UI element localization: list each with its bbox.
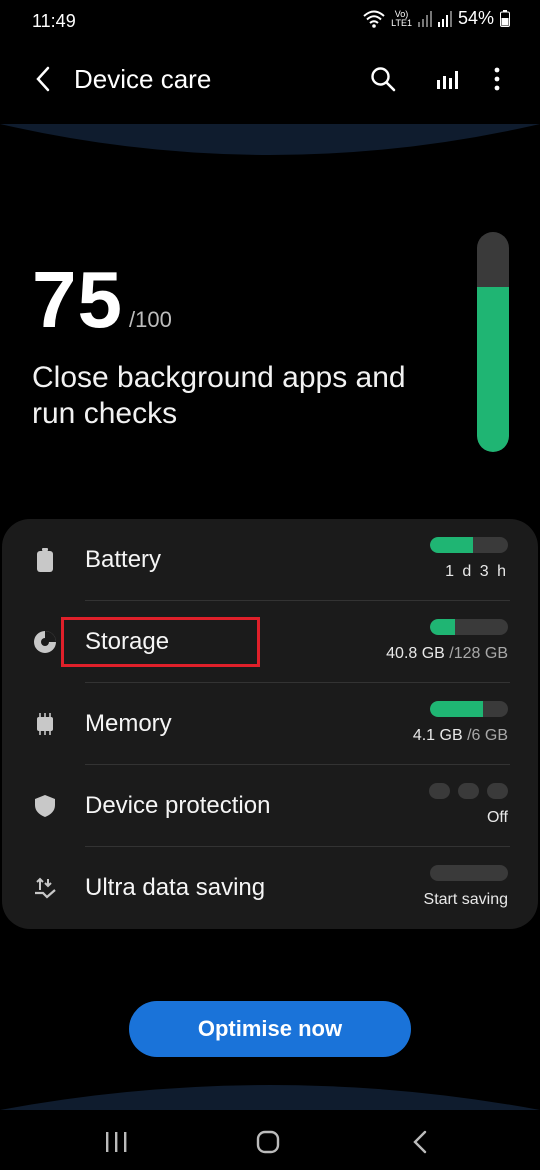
battery-icon — [32, 547, 58, 573]
device-protection-item[interactable]: Device protection Off — [2, 765, 538, 847]
memory-value: 4.1 GB /6 GB — [413, 727, 508, 745]
score-value: 75 — [32, 255, 123, 344]
app-bar: Device care — [0, 50, 540, 110]
battery-icon — [500, 10, 510, 27]
storage-used: 40.8 GB — [386, 645, 445, 662]
memory-item[interactable]: Memory 4.1 GB /6 GB — [2, 683, 538, 765]
score-max: /100 — [128, 307, 172, 332]
search-icon[interactable] — [366, 62, 400, 96]
more-vert-icon[interactable] — [482, 62, 512, 96]
storage-highlight-box — [61, 617, 260, 667]
score-level-bar — [477, 232, 509, 452]
memory-level-fill — [430, 701, 484, 717]
back-icon[interactable] — [400, 1122, 440, 1162]
data-saving-bar — [430, 865, 508, 881]
volte-icon: Vo) LTE1 — [391, 8, 412, 28]
device-protection-value: Off — [486, 809, 508, 826]
storage-value: 40.8 GB /128 GB — [386, 645, 508, 663]
battery-percent: 54% — [457, 8, 494, 28]
ultra-data-saving-value: Start saving — [423, 891, 508, 908]
pie-chart-icon — [32, 629, 58, 655]
memory-label: Memory — [85, 710, 172, 737]
storage-level-fill — [430, 619, 455, 635]
battery-level-fill — [430, 537, 473, 553]
care-items-panel: Battery 1 d 3 h Storage 40.8 GB /128 GB … — [2, 519, 538, 929]
device-protection-label: Device protection — [85, 792, 271, 819]
storage-total: /128 GB — [444, 645, 508, 662]
battery-value-text: 1 d 3 h — [445, 563, 508, 580]
storage-level-bar — [430, 619, 508, 635]
signal-icon — [437, 10, 452, 27]
optimise-now-button[interactable]: Optimise now — [129, 1001, 411, 1057]
memory-chip-icon — [32, 711, 58, 737]
protection-status-dots — [429, 783, 508, 799]
home-icon[interactable] — [248, 1122, 288, 1162]
battery-level-bar — [430, 537, 508, 553]
battery-item[interactable]: Battery 1 d 3 h — [2, 519, 538, 601]
header-arc — [0, 124, 540, 155]
shield-icon — [32, 793, 58, 819]
battery-label: Battery — [85, 546, 162, 573]
ultra-data-saving-label: Ultra data saving — [85, 874, 266, 901]
status-bar: 11:49 Vo) LTE1 54% — [0, 0, 540, 44]
bar-chart-icon[interactable] — [430, 62, 464, 96]
memory-level-bar — [430, 701, 508, 717]
navigation-bar — [0, 1112, 540, 1170]
footer-arc — [0, 1085, 540, 1110]
wifi-icon — [363, 10, 385, 28]
memory-used: 4.1 GB — [412, 727, 463, 744]
status-time: 11:49 — [32, 11, 76, 31]
score-message: Close background apps and run checks — [32, 361, 406, 430]
network-label: LTE1 — [391, 17, 412, 28]
score-level-fill — [477, 287, 509, 452]
recents-icon[interactable] — [96, 1122, 136, 1162]
battery-value: 1 d 3 h — [445, 563, 508, 581]
signal-icon — [417, 10, 432, 27]
ultra-data-saving-item[interactable]: Ultra data saving Start saving — [2, 847, 538, 929]
care-score: 75 /100 — [32, 260, 172, 340]
status-icons: Vo) LTE1 54% — [363, 8, 510, 29]
memory-total: /6 GB — [462, 727, 508, 744]
data-saving-icon — [32, 875, 58, 901]
page-title: Device care — [74, 64, 212, 94]
back-arrow-icon[interactable] — [26, 62, 60, 96]
